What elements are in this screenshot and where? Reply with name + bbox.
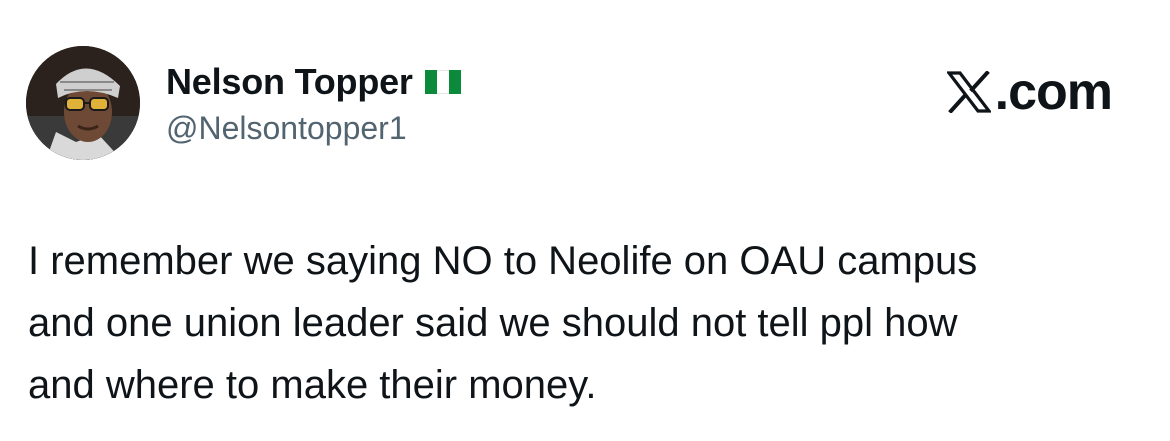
tweet-line: and one union leader said we should not … [28, 301, 958, 345]
profile-photo [26, 46, 140, 160]
x-logo-icon [946, 71, 991, 113]
display-name[interactable]: Nelson Topper [166, 61, 413, 103]
tweet-line: I remember we saying NO to Neolife on OA… [28, 239, 978, 283]
brand-domain: .com [994, 63, 1113, 121]
name-row: Nelson Topper [166, 58, 461, 106]
author-block: Nelson Topper @Nelsontopper1 [166, 58, 461, 147]
brand-watermark: .com [946, 62, 1113, 122]
avatar[interactable] [26, 46, 140, 160]
user-handle[interactable]: @Nelsontopper1 [166, 110, 461, 147]
nigeria-flag-icon [424, 70, 461, 94]
tweet-line: and where to make their money. [28, 363, 597, 407]
tweet-text: I remember we saying NO to Neolife on OA… [28, 230, 1138, 416]
